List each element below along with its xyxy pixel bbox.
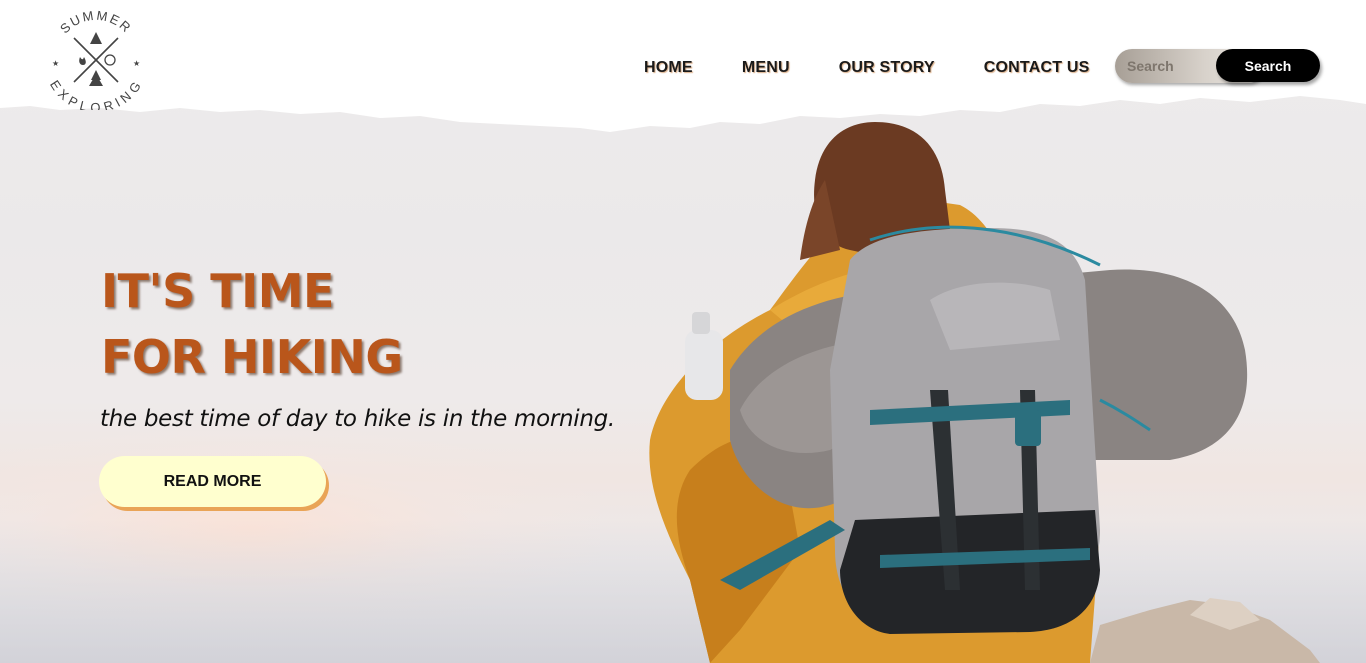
hero-hiker-image bbox=[649, 122, 1320, 663]
logo[interactable]: SUMMER EXPLORING ★ ★ bbox=[44, 8, 148, 115]
hero-title-line1: IT'S TIME bbox=[101, 264, 334, 318]
svg-text:★: ★ bbox=[133, 59, 140, 68]
nav-menu[interactable]: MENU bbox=[742, 59, 790, 77]
nav-contact-us[interactable]: CONTACT US bbox=[984, 59, 1090, 77]
camping-compass-emblem-icon: SUMMER EXPLORING ★ ★ bbox=[47, 8, 143, 115]
hero-title: IT'S TIME FOR HIKING bbox=[101, 258, 403, 390]
nav-our-story[interactable]: OUR STORY bbox=[839, 59, 935, 77]
nav-home[interactable]: HOME bbox=[644, 59, 693, 77]
search-box: Search bbox=[1115, 49, 1320, 83]
search-button[interactable]: Search bbox=[1216, 49, 1320, 82]
hero-title-line2: FOR HIKING bbox=[101, 330, 403, 384]
hero-subtitle: the best time of day to hike is in the m… bbox=[100, 406, 615, 432]
svg-text:★: ★ bbox=[52, 59, 59, 68]
read-more-button[interactable]: READ MORE bbox=[99, 456, 326, 507]
main-nav: HOME MENU OUR STORY CONTACT US bbox=[644, 59, 1089, 77]
